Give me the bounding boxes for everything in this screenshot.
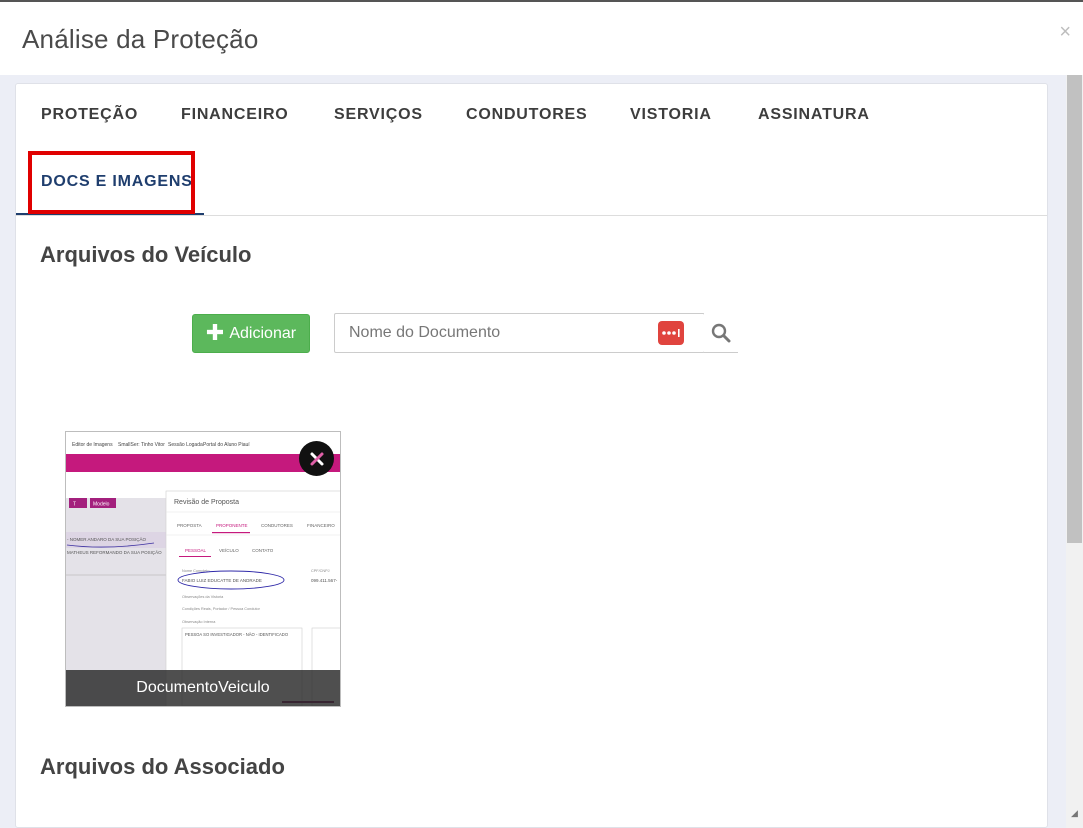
close-icon[interactable]: × [1059, 22, 1071, 42]
search-button[interactable] [704, 313, 738, 353]
tab-condutores[interactable]: CONDUTORES [466, 106, 588, 124]
preview-browser-tab: SmallSer: Tinho Vitor [118, 442, 165, 448]
document-thumbnail[interactable]: Editor de Imagens SmallSer: Tinho Vitor … [65, 431, 341, 707]
document-name-search-input[interactable] [334, 313, 705, 353]
preview-browser-tab: Portal do Aluno Piauí [203, 442, 250, 448]
preview-left-row: - NOMER ANDARO DA SUA POSIÇÃO [67, 536, 147, 542]
preview-browser-tab: Sessão Logada [168, 442, 203, 448]
preview-dialog-title: Revisão de Proposta [174, 499, 239, 506]
preview-dialog-tab: FINANCEIRO [307, 523, 335, 528]
preview-left-button: Modelo [93, 502, 110, 508]
tab-docs-e-imagens[interactable]: DOCS E IMAGENS [41, 173, 193, 191]
preview-field-value: 099.411.567- [311, 578, 338, 583]
preview-dialog-subtab: VEÍCULO [219, 547, 239, 553]
preview-field-value: FABIO LUIZ EDUCATTE DE ANDRADE [182, 578, 262, 583]
tabs-divider [16, 215, 1047, 216]
preview-dialog-subtab: CONTATO [252, 548, 274, 553]
tab-assinatura[interactable]: ASSINATURA [758, 106, 870, 124]
preview-field-value: PESSOA SO INVESTIGADOR - NÃO - IDENTIFIC… [185, 632, 289, 637]
document-preview-image: Editor de Imagens SmallSer: Tinho Vitor … [66, 432, 340, 706]
preview-field-label: Observação Interna [182, 620, 216, 624]
vehicle-files-title: Arquivos do Veículo [40, 242, 252, 267]
password-manager-icon[interactable] [658, 321, 684, 345]
associate-files-title: Arquivos do Associado [40, 754, 285, 779]
preview-browser-tab: Editor de Imagens [72, 442, 113, 448]
add-document-button[interactable]: ✚ Adicionar [192, 314, 310, 353]
scrollbar-thumb[interactable] [1067, 75, 1082, 543]
preview-left-row: MATHEUS REFORMANDO DA SUA POSIÇÃO [67, 549, 162, 555]
tab-vistoria[interactable]: VISTORIA [630, 106, 712, 124]
tab-financeiro[interactable]: FINANCEIRO [181, 106, 289, 124]
preview-field-label: Observações da Vistoria [182, 595, 224, 599]
preview-dialog-subtab: PESSOAL [185, 548, 207, 553]
content-card: PROTEÇÃO FINANCEIRO SERVIÇOS CONDUTORES … [15, 83, 1048, 828]
scroll-resize-icon: ◢ [1071, 808, 1078, 818]
preview-dialog-tab: CONDUTORES [261, 523, 293, 528]
preview-field-label: Condições Reais, Portador / Pessoa Condu… [182, 607, 261, 611]
add-button-label: Adicionar [229, 324, 297, 342]
search-icon [711, 323, 731, 342]
document-caption: DocumentoVeiculo [66, 670, 340, 706]
modal-title: Análise da Proteção [22, 24, 259, 54]
tab-servicos[interactable]: SERVIÇOS [334, 106, 423, 124]
preview-field-label: CPF/CNPJ [311, 569, 330, 573]
preview-dialog-tab: PROPONENTE [216, 523, 248, 528]
delete-document-button[interactable] [299, 441, 334, 476]
preview-dialog-tab: PROPOSTA [177, 523, 202, 528]
preview-left-button: T [73, 502, 76, 508]
delete-icon [310, 452, 323, 465]
plus-icon: ✚ [205, 319, 225, 345]
tab-protecao[interactable]: PROTEÇÃO [41, 106, 138, 124]
modal-header: Análise da Proteção × [0, 2, 1083, 75]
